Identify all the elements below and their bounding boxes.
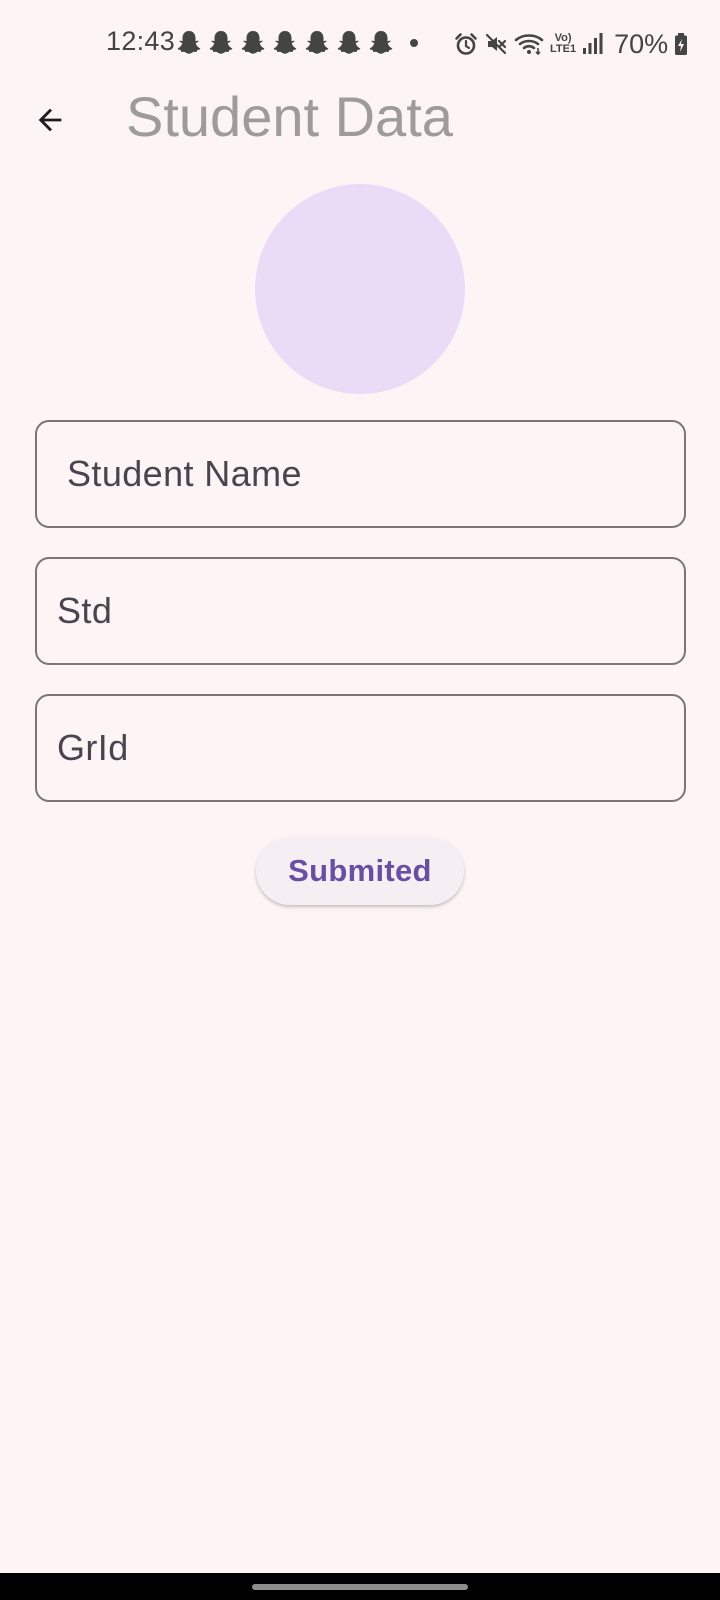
grid-input[interactable] xyxy=(35,694,686,802)
student-name-input[interactable] xyxy=(35,420,686,528)
status-time: 12:43 xyxy=(106,26,176,56)
snapchat-icon xyxy=(369,31,393,54)
lte-label: LTE1 xyxy=(550,43,577,55)
wifi-icon xyxy=(514,34,544,56)
student-avatar[interactable] xyxy=(255,184,465,394)
arrow-back-icon xyxy=(38,108,62,132)
snapchat-icon xyxy=(337,31,361,54)
home-gesture-handle[interactable] xyxy=(252,1584,468,1590)
mute-icon xyxy=(485,33,507,55)
notification-icons xyxy=(177,30,393,56)
snapchat-icon xyxy=(305,31,329,54)
lte-indicator: Vo) LTE1 xyxy=(550,33,576,55)
more-notifications-dot-icon xyxy=(410,39,418,47)
system-status-icons: Vo) LTE1 70% xyxy=(454,27,688,61)
battery-charging-icon xyxy=(675,33,688,55)
submit-button[interactable]: Submited xyxy=(256,837,464,905)
page-title: Student Data xyxy=(126,85,453,148)
alarm-icon xyxy=(455,33,477,55)
snapchat-icon xyxy=(273,31,297,54)
navigation-bar xyxy=(0,1573,720,1600)
signal-icon xyxy=(583,33,603,54)
back-button[interactable] xyxy=(22,92,78,148)
snapchat-icon xyxy=(209,31,233,54)
status-bar: 12:43 Vo) LTE1 70% xyxy=(0,0,720,88)
std-input[interactable] xyxy=(35,557,686,665)
battery-percentage: 70% xyxy=(614,28,669,59)
snapchat-icon xyxy=(177,31,201,54)
snapchat-icon xyxy=(241,31,265,54)
